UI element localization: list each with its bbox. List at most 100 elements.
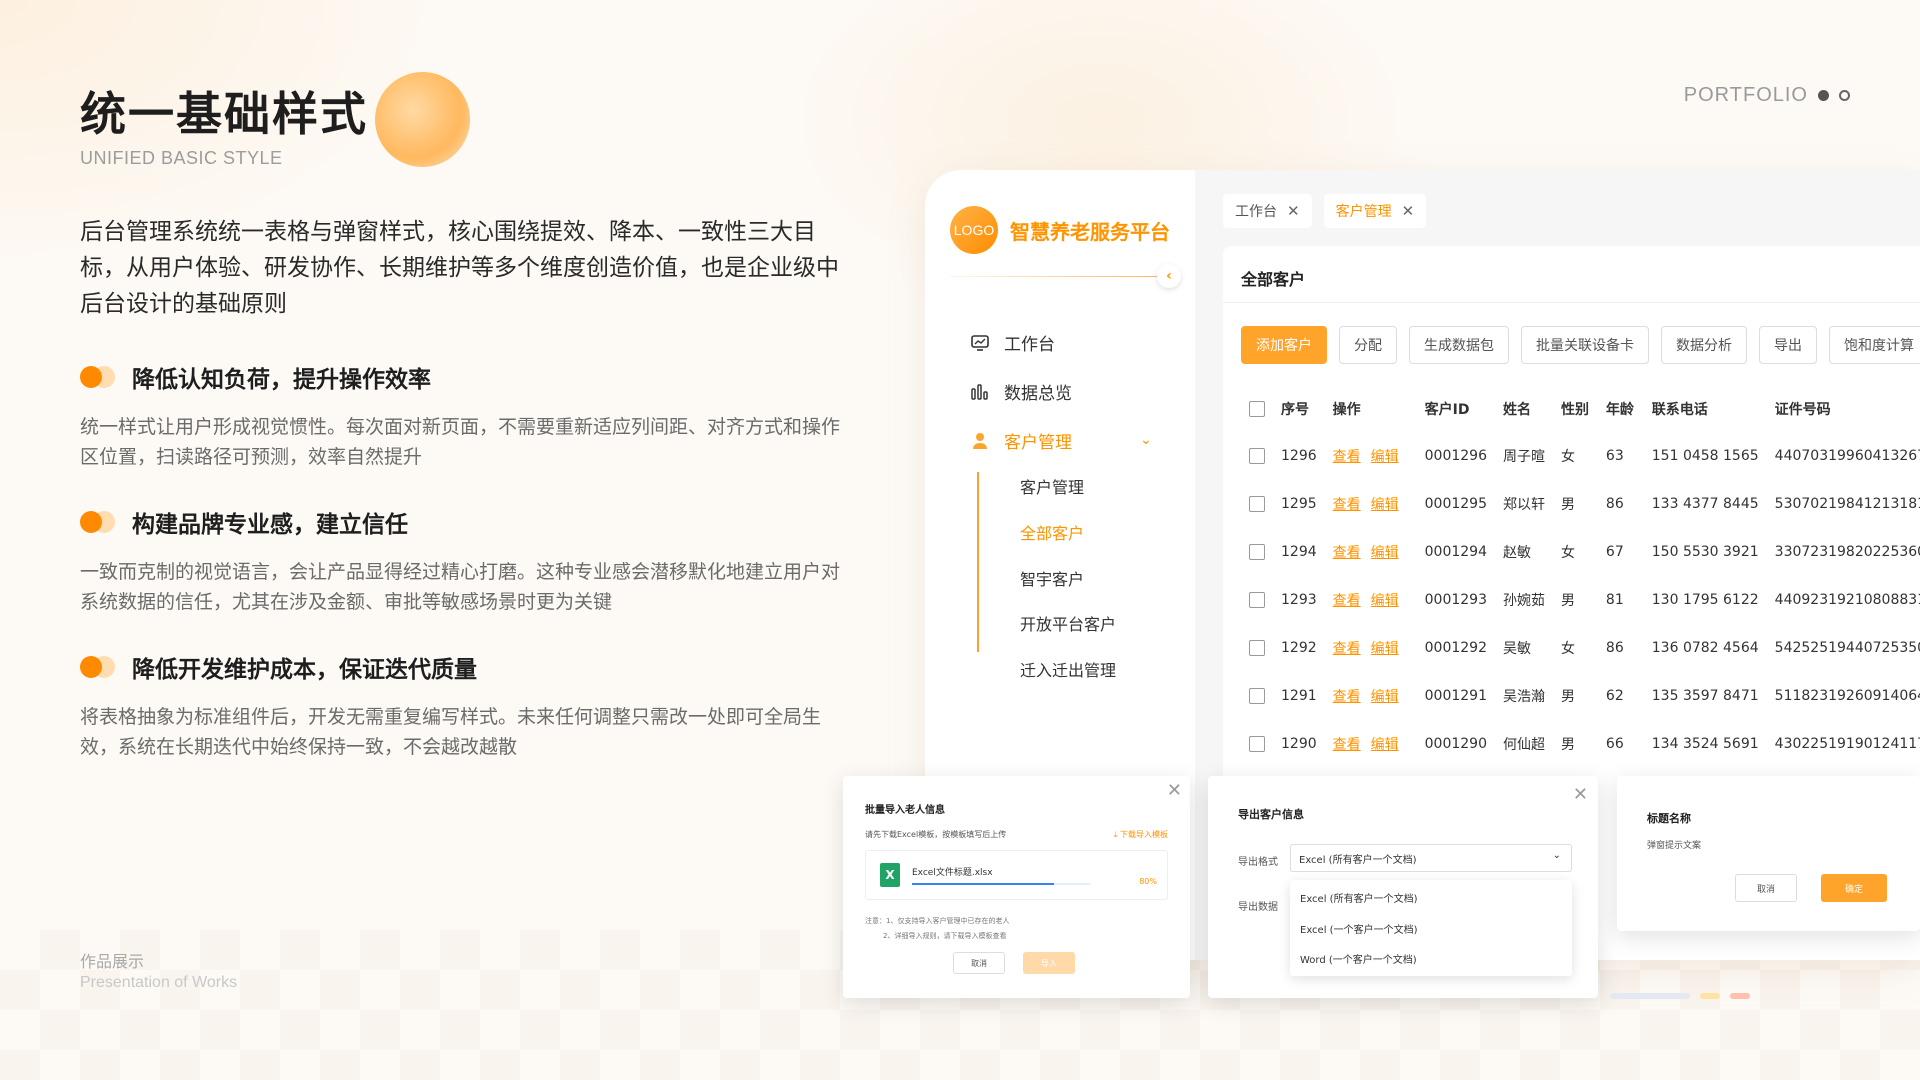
data-analysis-button[interactable]: 数据分析 xyxy=(1661,326,1747,364)
row-checkbox-cell xyxy=(1241,576,1273,624)
row-checkbox[interactable] xyxy=(1249,736,1265,752)
cell-id-number: 440923192108088311 xyxy=(1774,592,1920,608)
cancel-button[interactable]: 取消 xyxy=(1735,874,1797,902)
row-checkbox[interactable] xyxy=(1249,496,1265,512)
confirm-button[interactable]: 确定 xyxy=(1821,874,1887,902)
view-link[interactable]: 查看 xyxy=(1333,545,1361,561)
dropdown-option[interactable]: Word (一个客户一个文档) xyxy=(1300,951,1417,966)
export-button[interactable]: 导出 xyxy=(1759,326,1817,364)
row-checkbox-cell xyxy=(1241,672,1273,720)
cell-gender: 女 xyxy=(1561,449,1575,465)
view-link[interactable]: 查看 xyxy=(1333,593,1361,609)
page-dot-active[interactable] xyxy=(1818,90,1829,101)
monitor-chart-icon xyxy=(970,334,990,352)
intro-paragraph: 后台管理系统统一表格与弹窗样式，核心围绕提效、降本、一致性三大目标，从用户体验、… xyxy=(80,219,839,317)
submenu-item-customer-management[interactable]: 客户管理 xyxy=(1020,474,1084,498)
portfolio-label: PORTFOLIO xyxy=(1683,84,1808,106)
close-icon[interactable]: ✕ xyxy=(1402,202,1415,220)
assign-button[interactable]: 分配 xyxy=(1339,326,1397,364)
tab-label: 客户管理 xyxy=(1335,204,1392,220)
close-icon[interactable]: ✕ xyxy=(1287,202,1300,220)
row-checkbox-cell xyxy=(1241,528,1273,576)
edit-link[interactable]: 编辑 xyxy=(1371,641,1399,657)
close-icon[interactable]: ✕ xyxy=(1573,784,1588,805)
field-label: 导出格式 xyxy=(1238,857,1278,868)
toolbar: 添加客户 分配 生成数据包 批量关联设备卡 数据分析 导出 饱和度计算 xyxy=(1241,326,1920,364)
column-header: 客户ID xyxy=(1424,402,1470,418)
close-icon[interactable]: ✕ xyxy=(1167,780,1182,801)
bar-chart-icon xyxy=(970,383,990,401)
row-checkbox[interactable] xyxy=(1249,640,1265,656)
generate-package-button[interactable]: 生成数据包 xyxy=(1409,326,1509,364)
view-link[interactable]: 查看 xyxy=(1333,497,1361,513)
cell-no: 1291 xyxy=(1281,688,1317,704)
table-row: 1291 查看 编辑 0001291 吴浩瀚男 62 135 3597 8471 511823… xyxy=(1241,672,1920,720)
sidebar-item-customers[interactable]: 客户管理 xyxy=(970,428,1072,453)
view-link[interactable]: 查看 xyxy=(1333,689,1361,705)
sidebar-item-label: 数据总览 xyxy=(1004,384,1072,404)
cell-age: 81 xyxy=(1605,592,1624,608)
submenu-item-all-customers[interactable]: 全部客户 xyxy=(1020,520,1084,544)
import-note: 注意：1、仅支持导入客户管理中已存在的老人 xyxy=(865,917,1010,925)
cell-customer-id: 0001293 xyxy=(1424,592,1487,608)
dialog-message: 弹窗提示文案 xyxy=(1647,841,1702,851)
bind-device-button[interactable]: 批量关联设备卡 xyxy=(1521,326,1649,364)
view-link[interactable]: 查看 xyxy=(1333,449,1361,465)
cell-id-number: 530702198412131817 xyxy=(1774,496,1920,512)
cell-no: 1292 xyxy=(1281,640,1317,656)
column-header: 序号 xyxy=(1281,402,1309,418)
row-checkbox[interactable] xyxy=(1249,592,1265,608)
sidebar-item-workbench[interactable]: 工作台 xyxy=(970,330,1055,355)
tab-customer-management[interactable]: 客户管理 ✕ xyxy=(1323,194,1427,228)
cell-id-number: 511823192609140644 xyxy=(1774,688,1920,704)
page-dot[interactable] xyxy=(1839,90,1850,101)
table-row: 1295 查看 编辑 0001295 郑以轩男 86 133 4377 8445 530702… xyxy=(1241,480,1920,528)
edit-link[interactable]: 编辑 xyxy=(1371,497,1399,513)
point-3: 降低开发维护成本，保证迭代质量 将表格抽象为标准组件后，开发无需重复编写样式。未… xyxy=(80,650,850,762)
add-customer-button[interactable]: 添加客户 xyxy=(1241,326,1327,364)
edit-link[interactable]: 编辑 xyxy=(1371,737,1399,753)
download-template-link[interactable]: ⤓ 下载导入模板 xyxy=(1114,829,1168,840)
saturation-button[interactable]: 饱和度计算 xyxy=(1829,326,1920,364)
row-checkbox[interactable] xyxy=(1249,448,1265,464)
brand: LOGO 智慧养老服务平台 xyxy=(950,206,1170,254)
cell-name: 周子暄 xyxy=(1503,449,1545,465)
cell-gender: 男 xyxy=(1561,737,1575,753)
export-format-select[interactable]: Excel (所有客户一个文档) ⌄ xyxy=(1290,844,1572,872)
view-link[interactable]: 查看 xyxy=(1333,641,1361,657)
tab-workbench[interactable]: 工作台 ✕ xyxy=(1223,194,1312,228)
cell-id-number: 542525194407253501 xyxy=(1774,640,1920,656)
collapse-sidebar-button[interactable]: ‹ xyxy=(1157,264,1181,288)
sidebar-item-overview[interactable]: 数据总览 xyxy=(970,379,1072,404)
dropdown-option[interactable]: Excel (一个客户一个文档) xyxy=(1300,921,1417,936)
row-checkbox[interactable] xyxy=(1249,544,1265,560)
edit-link[interactable]: 编辑 xyxy=(1371,449,1399,465)
divider xyxy=(950,276,1170,277)
submenu-item-zhiyu-customers[interactable]: 智宇客户 xyxy=(1020,566,1084,590)
edit-link[interactable]: 编辑 xyxy=(1371,689,1399,705)
edit-link[interactable]: 编辑 xyxy=(1371,593,1399,609)
cell-name: 何仙超 xyxy=(1503,737,1545,753)
cell-age: 86 xyxy=(1605,496,1624,512)
row-checkbox-cell xyxy=(1241,624,1273,672)
cell-phone: 150 5530 3921 xyxy=(1651,544,1759,560)
dropdown-option[interactable]: Excel (所有客户一个文档) xyxy=(1300,890,1417,905)
title-accent-circle xyxy=(375,72,470,167)
edit-link[interactable]: 编辑 xyxy=(1371,545,1399,561)
submenu-item-open-platform[interactable]: 开放平台客户 xyxy=(1020,611,1116,635)
row-checkbox[interactable] xyxy=(1249,688,1265,704)
upload-progress-fill xyxy=(912,883,1055,885)
sidebar-item-label: 客户管理 xyxy=(1004,433,1072,453)
select-all-checkbox[interactable] xyxy=(1249,401,1265,417)
chevron-down-icon[interactable]: ⌄ xyxy=(1140,432,1152,448)
cell-gender: 女 xyxy=(1561,545,1575,561)
import-button[interactable]: 导入 xyxy=(1023,952,1075,974)
column-header: 年龄 xyxy=(1605,402,1634,418)
cell-id-number: 430225191901241177 xyxy=(1774,736,1920,752)
view-link[interactable]: 查看 xyxy=(1333,737,1361,753)
cell-no: 1296 xyxy=(1281,448,1317,464)
submenu-item-migration[interactable]: 迁入迁出管理 xyxy=(1020,657,1116,681)
swatch xyxy=(1730,993,1750,999)
import-note: 2、详细导入规则，请下载导入模板查看 xyxy=(883,932,1007,940)
cancel-button[interactable]: 取消 xyxy=(953,952,1005,974)
